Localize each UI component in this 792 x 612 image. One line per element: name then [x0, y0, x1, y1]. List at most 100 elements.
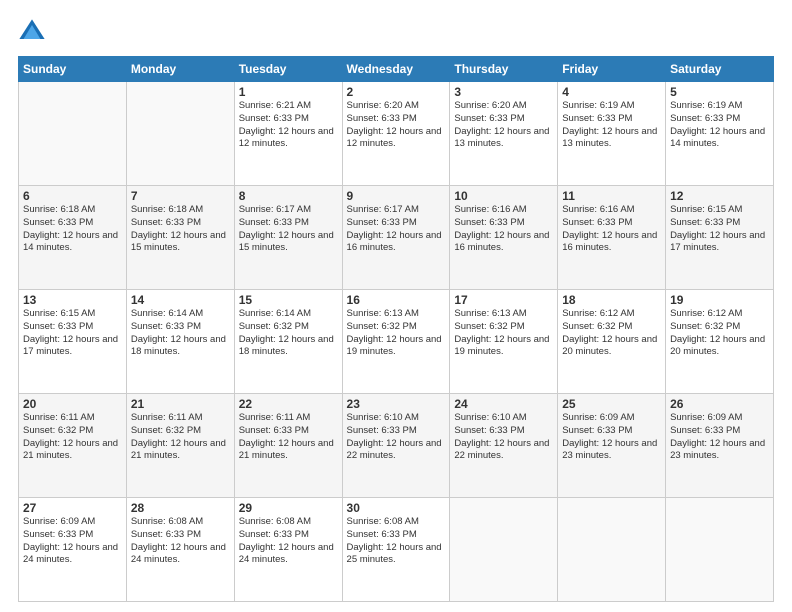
calendar-cell — [558, 498, 666, 602]
calendar-week-row: 6Sunrise: 6:18 AM Sunset: 6:33 PM Daylig… — [19, 186, 774, 290]
day-info: Sunrise: 6:16 AM Sunset: 6:33 PM Dayligh… — [562, 204, 661, 255]
day-number: 2 — [347, 85, 446, 99]
calendar-cell: 15Sunrise: 6:14 AM Sunset: 6:32 PM Dayli… — [234, 290, 342, 394]
calendar-cell: 25Sunrise: 6:09 AM Sunset: 6:33 PM Dayli… — [558, 394, 666, 498]
calendar-cell: 3Sunrise: 6:20 AM Sunset: 6:33 PM Daylig… — [450, 82, 558, 186]
day-number: 9 — [347, 189, 446, 203]
day-info: Sunrise: 6:08 AM Sunset: 6:33 PM Dayligh… — [347, 516, 446, 567]
day-number: 8 — [239, 189, 338, 203]
day-number: 23 — [347, 397, 446, 411]
header — [18, 18, 774, 46]
calendar-cell: 6Sunrise: 6:18 AM Sunset: 6:33 PM Daylig… — [19, 186, 127, 290]
calendar-cell: 9Sunrise: 6:17 AM Sunset: 6:33 PM Daylig… — [342, 186, 450, 290]
day-info: Sunrise: 6:09 AM Sunset: 6:33 PM Dayligh… — [562, 412, 661, 463]
calendar-cell: 29Sunrise: 6:08 AM Sunset: 6:33 PM Dayli… — [234, 498, 342, 602]
day-info: Sunrise: 6:10 AM Sunset: 6:33 PM Dayligh… — [347, 412, 446, 463]
day-number: 3 — [454, 85, 553, 99]
day-number: 29 — [239, 501, 338, 515]
calendar-cell: 16Sunrise: 6:13 AM Sunset: 6:32 PM Dayli… — [342, 290, 450, 394]
day-info: Sunrise: 6:15 AM Sunset: 6:33 PM Dayligh… — [670, 204, 769, 255]
day-number: 19 — [670, 293, 769, 307]
day-info: Sunrise: 6:08 AM Sunset: 6:33 PM Dayligh… — [239, 516, 338, 567]
day-info: Sunrise: 6:09 AM Sunset: 6:33 PM Dayligh… — [670, 412, 769, 463]
calendar-cell: 23Sunrise: 6:10 AM Sunset: 6:33 PM Dayli… — [342, 394, 450, 498]
day-number: 10 — [454, 189, 553, 203]
day-info: Sunrise: 6:13 AM Sunset: 6:32 PM Dayligh… — [347, 308, 446, 359]
calendar-cell: 12Sunrise: 6:15 AM Sunset: 6:33 PM Dayli… — [666, 186, 774, 290]
day-info: Sunrise: 6:18 AM Sunset: 6:33 PM Dayligh… — [131, 204, 230, 255]
calendar-cell: 24Sunrise: 6:10 AM Sunset: 6:33 PM Dayli… — [450, 394, 558, 498]
day-number: 14 — [131, 293, 230, 307]
day-info: Sunrise: 6:13 AM Sunset: 6:32 PM Dayligh… — [454, 308, 553, 359]
calendar-week-row: 27Sunrise: 6:09 AM Sunset: 6:33 PM Dayli… — [19, 498, 774, 602]
day-number: 22 — [239, 397, 338, 411]
day-number: 13 — [23, 293, 122, 307]
calendar-cell: 30Sunrise: 6:08 AM Sunset: 6:33 PM Dayli… — [342, 498, 450, 602]
day-info: Sunrise: 6:14 AM Sunset: 6:33 PM Dayligh… — [131, 308, 230, 359]
page: SundayMondayTuesdayWednesdayThursdayFrid… — [0, 0, 792, 612]
day-info: Sunrise: 6:12 AM Sunset: 6:32 PM Dayligh… — [562, 308, 661, 359]
header-cell-tuesday: Tuesday — [234, 57, 342, 82]
day-number: 25 — [562, 397, 661, 411]
day-info: Sunrise: 6:12 AM Sunset: 6:32 PM Dayligh… — [670, 308, 769, 359]
calendar-cell: 8Sunrise: 6:17 AM Sunset: 6:33 PM Daylig… — [234, 186, 342, 290]
calendar-header: SundayMondayTuesdayWednesdayThursdayFrid… — [19, 57, 774, 82]
header-cell-monday: Monday — [126, 57, 234, 82]
day-info: Sunrise: 6:11 AM Sunset: 6:32 PM Dayligh… — [131, 412, 230, 463]
calendar-cell: 10Sunrise: 6:16 AM Sunset: 6:33 PM Dayli… — [450, 186, 558, 290]
calendar-cell: 19Sunrise: 6:12 AM Sunset: 6:32 PM Dayli… — [666, 290, 774, 394]
day-info: Sunrise: 6:15 AM Sunset: 6:33 PM Dayligh… — [23, 308, 122, 359]
day-number: 21 — [131, 397, 230, 411]
day-number: 27 — [23, 501, 122, 515]
day-number: 1 — [239, 85, 338, 99]
day-info: Sunrise: 6:21 AM Sunset: 6:33 PM Dayligh… — [239, 100, 338, 151]
header-cell-thursday: Thursday — [450, 57, 558, 82]
day-info: Sunrise: 6:20 AM Sunset: 6:33 PM Dayligh… — [454, 100, 553, 151]
calendar-cell — [126, 82, 234, 186]
day-number: 17 — [454, 293, 553, 307]
day-info: Sunrise: 6:16 AM Sunset: 6:33 PM Dayligh… — [454, 204, 553, 255]
calendar-cell: 27Sunrise: 6:09 AM Sunset: 6:33 PM Dayli… — [19, 498, 127, 602]
header-row: SundayMondayTuesdayWednesdayThursdayFrid… — [19, 57, 774, 82]
day-info: Sunrise: 6:09 AM Sunset: 6:33 PM Dayligh… — [23, 516, 122, 567]
day-info: Sunrise: 6:19 AM Sunset: 6:33 PM Dayligh… — [670, 100, 769, 151]
day-number: 18 — [562, 293, 661, 307]
calendar-cell — [450, 498, 558, 602]
calendar-cell: 22Sunrise: 6:11 AM Sunset: 6:33 PM Dayli… — [234, 394, 342, 498]
header-cell-sunday: Sunday — [19, 57, 127, 82]
day-number: 26 — [670, 397, 769, 411]
logo-icon — [18, 18, 46, 46]
calendar-cell: 14Sunrise: 6:14 AM Sunset: 6:33 PM Dayli… — [126, 290, 234, 394]
calendar-cell: 18Sunrise: 6:12 AM Sunset: 6:32 PM Dayli… — [558, 290, 666, 394]
logo — [18, 18, 50, 46]
day-number: 20 — [23, 397, 122, 411]
header-cell-friday: Friday — [558, 57, 666, 82]
calendar-cell: 21Sunrise: 6:11 AM Sunset: 6:32 PM Dayli… — [126, 394, 234, 498]
calendar-week-row: 1Sunrise: 6:21 AM Sunset: 6:33 PM Daylig… — [19, 82, 774, 186]
day-number: 16 — [347, 293, 446, 307]
day-info: Sunrise: 6:19 AM Sunset: 6:33 PM Dayligh… — [562, 100, 661, 151]
day-number: 30 — [347, 501, 446, 515]
calendar-cell: 13Sunrise: 6:15 AM Sunset: 6:33 PM Dayli… — [19, 290, 127, 394]
day-info: Sunrise: 6:11 AM Sunset: 6:33 PM Dayligh… — [239, 412, 338, 463]
day-info: Sunrise: 6:17 AM Sunset: 6:33 PM Dayligh… — [347, 204, 446, 255]
day-number: 24 — [454, 397, 553, 411]
calendar-cell: 20Sunrise: 6:11 AM Sunset: 6:32 PM Dayli… — [19, 394, 127, 498]
calendar-cell: 17Sunrise: 6:13 AM Sunset: 6:32 PM Dayli… — [450, 290, 558, 394]
day-info: Sunrise: 6:11 AM Sunset: 6:32 PM Dayligh… — [23, 412, 122, 463]
day-info: Sunrise: 6:14 AM Sunset: 6:32 PM Dayligh… — [239, 308, 338, 359]
calendar-cell: 11Sunrise: 6:16 AM Sunset: 6:33 PM Dayli… — [558, 186, 666, 290]
calendar-cell: 28Sunrise: 6:08 AM Sunset: 6:33 PM Dayli… — [126, 498, 234, 602]
calendar-cell: 26Sunrise: 6:09 AM Sunset: 6:33 PM Dayli… — [666, 394, 774, 498]
calendar-cell: 2Sunrise: 6:20 AM Sunset: 6:33 PM Daylig… — [342, 82, 450, 186]
day-number: 28 — [131, 501, 230, 515]
calendar-cell: 7Sunrise: 6:18 AM Sunset: 6:33 PM Daylig… — [126, 186, 234, 290]
day-number: 6 — [23, 189, 122, 203]
day-number: 11 — [562, 189, 661, 203]
calendar-cell — [666, 498, 774, 602]
day-number: 4 — [562, 85, 661, 99]
calendar-cell — [19, 82, 127, 186]
day-info: Sunrise: 6:18 AM Sunset: 6:33 PM Dayligh… — [23, 204, 122, 255]
header-cell-wednesday: Wednesday — [342, 57, 450, 82]
calendar-cell: 5Sunrise: 6:19 AM Sunset: 6:33 PM Daylig… — [666, 82, 774, 186]
